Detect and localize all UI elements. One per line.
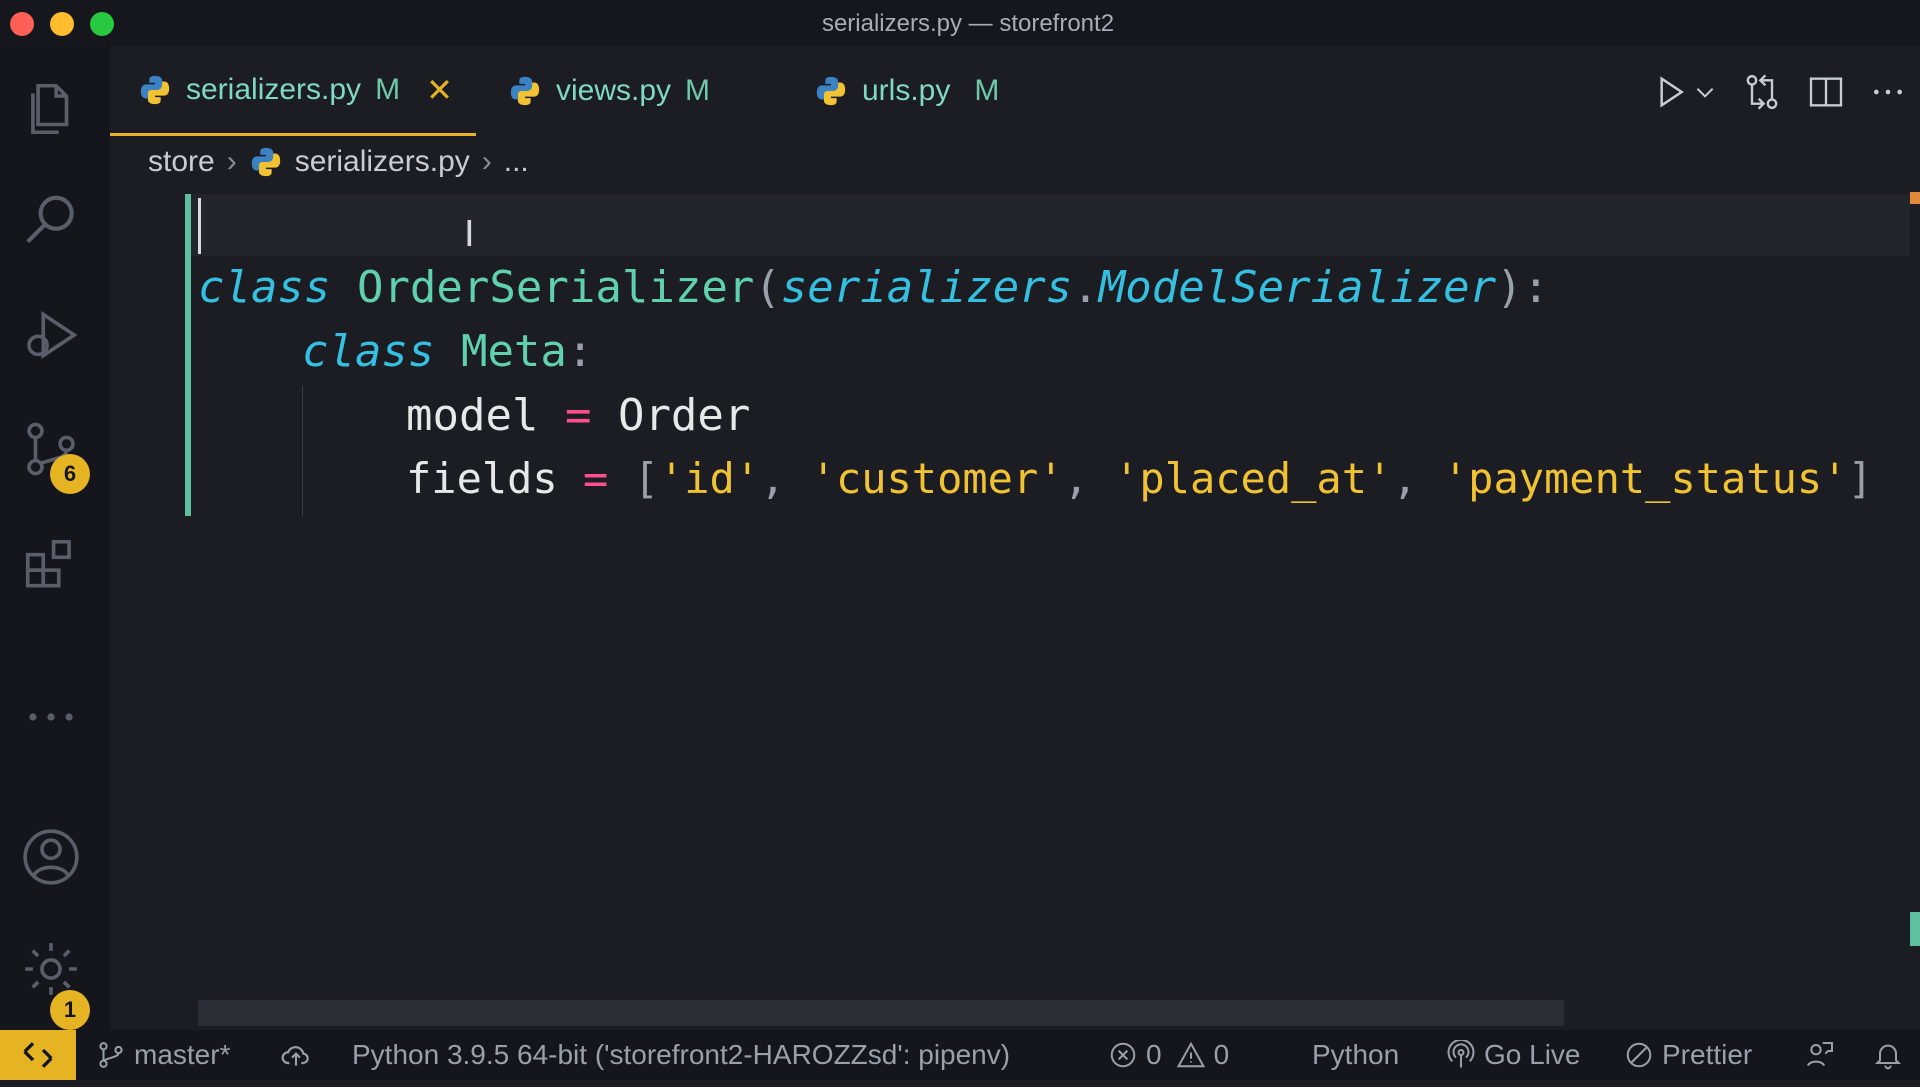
search-icon[interactable] [20,190,82,252]
current-line-highlight [190,194,1910,256]
split-editor-icon[interactable] [1806,72,1846,112]
keyword: class [302,326,435,377]
error-icon [1110,1042,1136,1068]
punctuation: ] [1847,454,1873,503]
tab-serializers-label: serializers.py [186,72,362,106]
chevron-right-icon: › [226,145,237,178]
breadcrumb-more[interactable]: ... [504,145,529,179]
operator: = [583,454,609,503]
tab-urls-modified: M [974,74,1000,107]
more-actions-icon[interactable] [1868,72,1908,112]
compare-changes-icon[interactable] [1742,72,1782,112]
settings-badge: 1 [50,990,90,1030]
prettier-icon [1626,1042,1652,1068]
window-title: serializers.py — storefront2 [821,10,1115,37]
chevron-right-icon: › [481,145,492,178]
module-name: serializers [780,262,1073,313]
notifications-bell-icon[interactable] [1872,1030,1912,1080]
punctuation: . [1072,262,1099,313]
code-line[interactable]: model = Order [406,390,750,441]
base-class: ModelSerializer [1098,262,1497,313]
sync-button[interactable] [280,1030,320,1080]
breadcrumb-folder[interactable]: store [148,145,215,179]
ibeam-cursor-icon: I [464,214,475,255]
run-debug-icon[interactable] [20,304,82,366]
remote-icon [23,1042,53,1068]
indent-guide [302,386,303,516]
explorer-icon[interactable] [20,78,82,140]
identifier: fields [406,454,558,503]
punctuation: [ [633,454,659,503]
language-mode[interactable]: Python [1312,1030,1399,1080]
string-literal: 'payment_status' [1442,454,1848,503]
python-file-icon [251,147,280,177]
string-literal: 'customer' [810,454,1064,503]
broadcast-icon [1447,1040,1475,1068]
prettier-label: Prettier [1662,1039,1753,1070]
cloud-upload-icon [281,1046,309,1066]
overview-ruler-mark [1910,912,1920,946]
python-interpreter[interactable]: Python 3.9.5 64-bit ('storefront2-HAROZZ… [352,1030,1010,1080]
branch-status[interactable]: master* [96,1030,230,1080]
keyword: class [198,262,331,313]
punctuation: ( [754,262,781,313]
go-live-label: Go Live [1484,1039,1581,1070]
punctuation: , [1063,454,1089,503]
text-cursor [198,198,201,254]
string-literal: 'placed_at' [1114,454,1393,503]
run-icon[interactable] [1650,72,1690,112]
punctuation: , [1392,454,1418,503]
git-branch-icon [99,1042,123,1068]
python-file-icon [140,75,170,104]
code-line[interactable]: class OrderSerializer(serializers.ModelS… [198,262,1549,313]
error-count: 0 [1146,1039,1162,1070]
warning-icon [1176,1041,1205,1068]
more-icon[interactable] [20,686,82,748]
tab-views[interactable]: views.py M [508,46,710,136]
title-bar: serializers.py — storefront2 [0,0,1920,46]
source-control-badge: 6 [50,454,90,494]
overview-ruler-mark [1910,192,1920,204]
python-file-icon [510,76,540,106]
identifier: Order [617,390,751,441]
tab-close-icon[interactable]: ✕ [426,71,453,109]
breadcrumb: store › serializers.py › ... [148,142,529,182]
horizontal-scrollbar[interactable] [198,1000,1564,1026]
punctuation: ): [1496,262,1550,313]
punctuation: , [760,454,786,503]
code-line[interactable]: class Meta: [302,326,593,377]
warning-count: 0 [1213,1039,1230,1070]
accounts-icon[interactable] [20,826,82,888]
status-bar: master* Python 3.9.5 64-bit ('storefront… [0,1030,1920,1080]
branch-name: master* [134,1039,231,1070]
identifier: model [406,390,539,441]
feedback-icon[interactable] [1804,1030,1844,1080]
tab-urls-label: urls.py [862,74,951,107]
tab-views-modified: M [685,74,711,107]
tab-urls[interactable]: urls.py M [814,46,999,136]
code-editor[interactable]: I class OrderSerializer(serializers.Mode… [110,190,1920,1026]
remote-button[interactable] [0,1030,76,1080]
problems-status[interactable]: 0 0 [1108,1030,1229,1080]
code-line[interactable]: fields = ['id', 'customer', 'placed_at',… [406,454,1873,503]
tab-views-label: views.py [556,74,672,107]
string-literal: 'id' [658,454,761,503]
activity-bar: 6 1 [0,46,110,1030]
breadcrumb-file[interactable]: serializers.py [295,145,470,179]
extensions-icon[interactable] [20,534,82,596]
class-name: OrderSerializer [356,262,755,313]
modified-lines-indicator [185,194,191,516]
chevron-down-icon[interactable] [1692,72,1718,112]
tab-serializers[interactable]: serializers.py M ✕ [110,46,476,136]
prettier-button[interactable]: Prettier [1624,1030,1752,1080]
go-live-button[interactable]: Go Live [1446,1030,1581,1080]
python-file-icon [816,76,846,106]
operator: = [564,390,592,441]
tab-bar: serializers.py M ✕ views.py M urls.py M [110,46,1920,136]
punctuation: : [566,326,594,377]
tab-serializers-modified: M [375,72,401,106]
class-name: Meta [460,326,567,377]
